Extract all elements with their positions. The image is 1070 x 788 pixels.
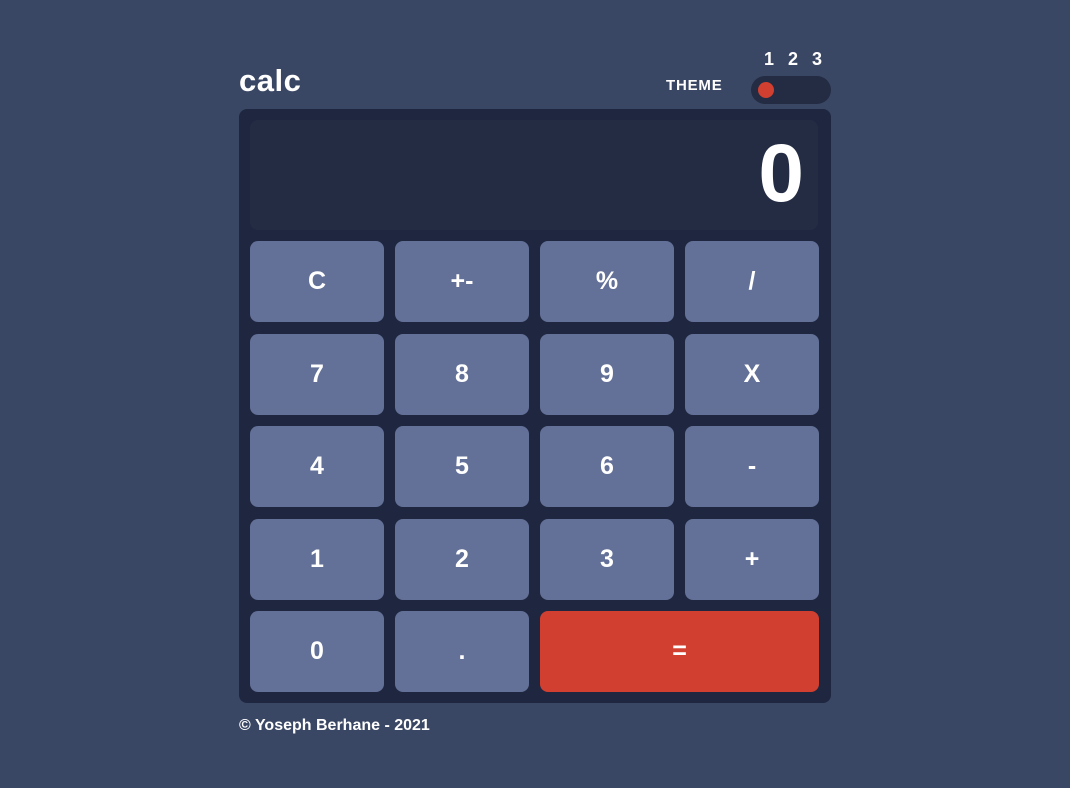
display-value: 0 (758, 128, 804, 219)
calculator-app: calc THEME 1 2 3 0 C +-%/7 8 9 X 4 5 6-1 2 3 +0. = … (239, 48, 831, 734)
digit-5-button[interactable]: 5 (395, 426, 529, 507)
theme-toggle-knob[interactable] (758, 82, 774, 98)
header: calc THEME 1 2 3 (239, 48, 831, 110)
calculator-body: 0 C +-%/ 7 8 9 X 4 5 6- 1 2 3 +0. = (239, 109, 831, 703)
equals-button[interactable]: = (540, 611, 819, 692)
keypad: C +-%/ 7 8 9 X 4 5 6- 1 2 3 +0. = (250, 241, 820, 692)
digit-4-button[interactable]: 4 (250, 426, 384, 507)
theme-label: THEME (666, 77, 723, 94)
subtract-button[interactable]: - (685, 426, 819, 507)
theme-numbers: 1 2 3 (758, 48, 828, 70)
digit-1-button[interactable]: 1 (250, 518, 384, 600)
decimal-button[interactable]: . (395, 611, 529, 692)
theme-toggle[interactable] (751, 76, 831, 104)
theme-number-1[interactable]: 1 (764, 48, 774, 70)
percent-button[interactable]: % (540, 241, 674, 322)
footer-credit: © Yoseph Berhane - 2021 (239, 717, 430, 734)
display-screen: 0 (250, 120, 818, 230)
digit-2-button[interactable]: 2 (395, 518, 529, 600)
digit-7-button[interactable]: 7 (250, 333, 384, 415)
theme-number-2[interactable]: 2 (788, 48, 798, 70)
divide-button[interactable]: / (685, 241, 819, 322)
app-logo: calc (239, 63, 302, 98)
digit-8-button[interactable]: 8 (395, 333, 529, 415)
clear-button[interactable]: C (250, 241, 384, 322)
sign-toggle-button[interactable]: +- (395, 241, 529, 322)
digit-6-button[interactable]: 6 (540, 426, 674, 507)
digit-0-button[interactable]: 0 (250, 611, 384, 692)
multiply-button[interactable]: X (685, 333, 819, 415)
theme-number-3[interactable]: 3 (812, 48, 822, 70)
digit-9-button[interactable]: 9 (540, 333, 674, 415)
add-button[interactable]: + (685, 518, 819, 600)
digit-3-button[interactable]: 3 (540, 518, 674, 600)
